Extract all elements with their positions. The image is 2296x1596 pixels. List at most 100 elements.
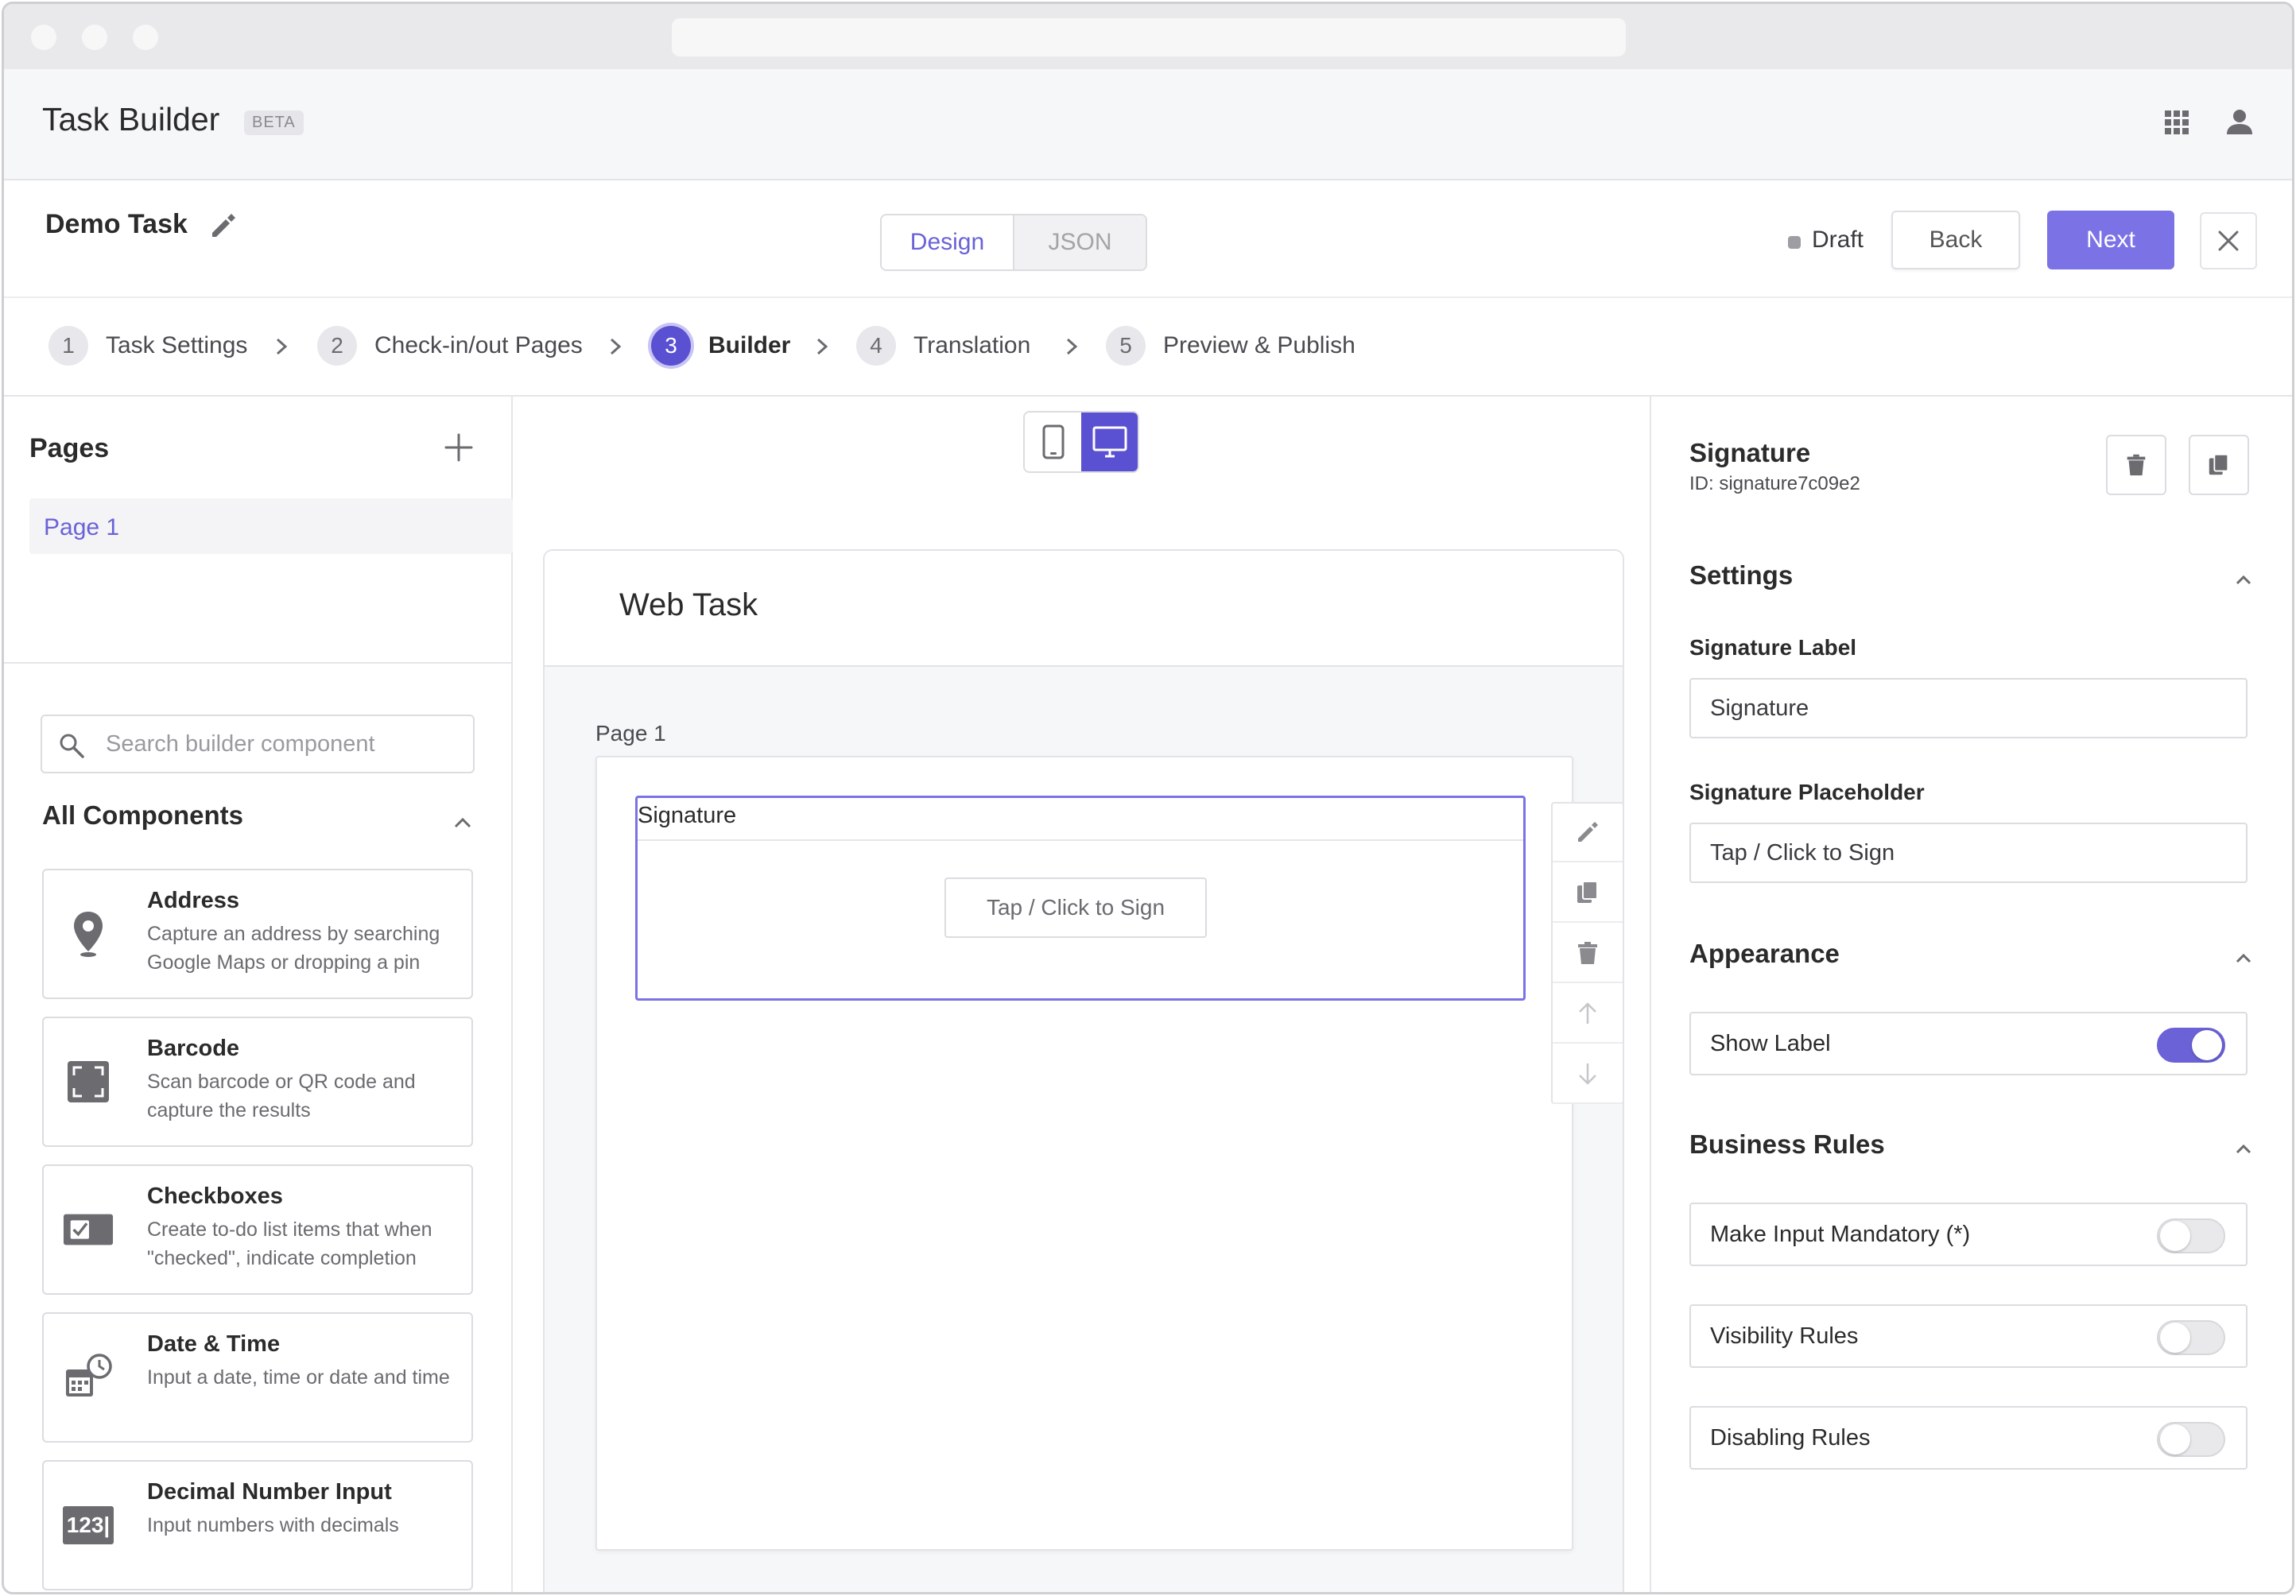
wizard-stepper: 1 Task Settings 2 Check-in/out Pages 3 B… [4, 298, 2292, 397]
visibility-rules-row: Visibility Rules [1689, 1304, 2248, 1368]
step-label: Check-in/out Pages [374, 332, 583, 358]
mandatory-input-toggle[interactable] [2157, 1218, 2225, 1253]
number-input-icon: 123| [63, 1497, 114, 1554]
next-button[interactable]: Next [2047, 211, 2174, 269]
visibility-rules-toggle[interactable] [2157, 1320, 2225, 1355]
signature-label-input[interactable] [1689, 678, 2248, 738]
map-pin-icon [63, 905, 114, 963]
desktop-monitor-icon [1092, 426, 1127, 458]
chevron-up-icon[interactable] [451, 812, 475, 835]
step-label: Translation [913, 332, 1031, 358]
smartphone-icon [1042, 424, 1064, 459]
calendar-clock-icon [63, 1349, 114, 1406]
mobile-view-button[interactable] [1025, 413, 1081, 471]
browser-window: Task Builder BETA Demo Task Design JSON … [2, 2, 2294, 1594]
component-date-time[interactable]: Date & Time Input a date, time or date a… [42, 1312, 473, 1443]
tap-to-sign-button[interactable]: Tap / Click to Sign [944, 877, 1207, 938]
chevron-right-icon [610, 338, 622, 355]
address-bar[interactable] [672, 18, 1626, 56]
component-checkboxes[interactable]: Checkboxes Create to-do list items that … [42, 1164, 473, 1295]
builder-canvas: Web Task Page 1 Signature Tap / Click to… [514, 397, 1650, 1592]
window-maximize-dot[interactable] [133, 25, 158, 50]
user-account-icon[interactable] [2224, 106, 2255, 138]
business-rules-section-title: Business Rules [1689, 1129, 1885, 1159]
disabling-rules-row: Disabling Rules [1689, 1406, 2248, 1470]
beta-badge: BETA [244, 110, 304, 135]
left-panel: Pages Page 1 All Components Address [4, 397, 513, 1592]
disabling-rules-text: Disabling Rules [1710, 1425, 1871, 1451]
show-label-toggle[interactable] [2157, 1028, 2225, 1063]
move-down-button[interactable] [1553, 1045, 1623, 1104]
duplicate-field-button[interactable] [1553, 864, 1623, 923]
status-dot [1788, 236, 1801, 249]
back-button[interactable]: Back [1891, 211, 2020, 269]
signature-label-title: Signature Label [1689, 635, 1857, 660]
edit-field-button[interactable] [1553, 804, 1623, 862]
page-label: Page 1 [595, 721, 666, 746]
arrow-down-icon [1579, 1063, 1596, 1085]
signature-field-selected[interactable]: Signature Tap / Click to Sign [635, 796, 1526, 1001]
step-preview-publish[interactable]: 5 Preview & Publish [1106, 325, 1355, 366]
disabling-rules-toggle[interactable] [2157, 1422, 2225, 1457]
copy-icon [1577, 881, 1598, 903]
component-address[interactable]: Address Capture an address by searching … [42, 869, 473, 999]
component-barcode[interactable]: Barcode Scan barcode or QR code and capt… [42, 1017, 473, 1147]
component-description: Input numbers with decimals [147, 1514, 399, 1536]
web-task-title: Web Task [619, 587, 758, 622]
task-toolbar: Demo Task Design JSON Draft Back Next [4, 180, 2292, 298]
window-close-dot[interactable] [31, 25, 56, 50]
tab-design[interactable]: Design [882, 215, 1014, 269]
component-name: Checkboxes [147, 1183, 283, 1209]
arrow-up-icon [1579, 1002, 1596, 1024]
close-button[interactable] [2200, 212, 2257, 269]
chevron-up-icon[interactable] [2232, 1137, 2255, 1161]
tab-json[interactable]: JSON [1014, 215, 1146, 269]
step-translation[interactable]: 4 Translation [856, 325, 1030, 366]
delete-field-button[interactable] [1553, 924, 1623, 983]
show-label-text: Show Label [1710, 1031, 1831, 1056]
appearance-section-title: Appearance [1689, 939, 1840, 968]
chevron-up-icon[interactable] [2232, 947, 2255, 970]
apps-grid-icon[interactable] [2163, 109, 2190, 136]
component-description: Scan barcode or QR code and capture the … [147, 1071, 416, 1121]
page-drop-area[interactable]: Signature Tap / Click to Sign [595, 756, 1573, 1551]
chevron-right-icon [276, 338, 288, 355]
selected-component-title: Signature [1689, 438, 1811, 467]
window-minimize-dot[interactable] [82, 25, 107, 50]
component-description: Capture an address by searching Google M… [147, 923, 440, 974]
copy-icon [2209, 453, 2229, 475]
component-search [41, 715, 475, 773]
step-task-settings[interactable]: 1 Task Settings [48, 325, 247, 366]
step-label: Preview & Publish [1163, 332, 1355, 358]
chevron-right-icon [816, 338, 828, 355]
all-components-title: All Components [42, 800, 243, 830]
duplicate-component-button[interactable] [2189, 435, 2249, 495]
desktop-view-button[interactable] [1081, 413, 1138, 471]
divider [4, 662, 513, 664]
mandatory-input-row: Make Input Mandatory (*) [1689, 1203, 2248, 1266]
chevron-up-icon[interactable] [2232, 568, 2255, 592]
page-list-item[interactable]: Page 1 [29, 498, 513, 554]
field-toolbar [1551, 802, 1624, 1104]
barcode-scan-icon [63, 1053, 114, 1110]
step-label: Builder [708, 332, 791, 358]
trash-icon [2127, 454, 2146, 476]
component-decimal-number-input[interactable]: 123| Decimal Number Input Input numbers … [42, 1460, 473, 1590]
add-page-icon[interactable] [443, 432, 475, 463]
web-task-preview: Web Task Page 1 Signature Tap / Click to… [543, 549, 1624, 1592]
mandatory-input-text: Make Input Mandatory (*) [1710, 1222, 1971, 1247]
search-input[interactable] [106, 726, 456, 762]
properties-panel: Signature ID: signature7c09e2 Settings S… [1650, 397, 2292, 1592]
pencil-icon [1578, 822, 1598, 842]
web-task-header: Web Task [545, 551, 1623, 667]
close-icon [2218, 230, 2239, 251]
step-number: 4 [856, 326, 896, 366]
edit-task-name-icon[interactable] [207, 211, 238, 241]
visibility-rules-text: Visibility Rules [1710, 1323, 1859, 1349]
step-check-in-out-pages[interactable]: 2 Check-in/out Pages [317, 325, 583, 366]
checkbox-icon [63, 1201, 114, 1258]
delete-component-button[interactable] [2106, 435, 2166, 495]
move-up-button[interactable] [1553, 985, 1623, 1044]
step-builder[interactable]: 3 Builder [651, 325, 790, 366]
signature-placeholder-input[interactable] [1689, 823, 2248, 883]
